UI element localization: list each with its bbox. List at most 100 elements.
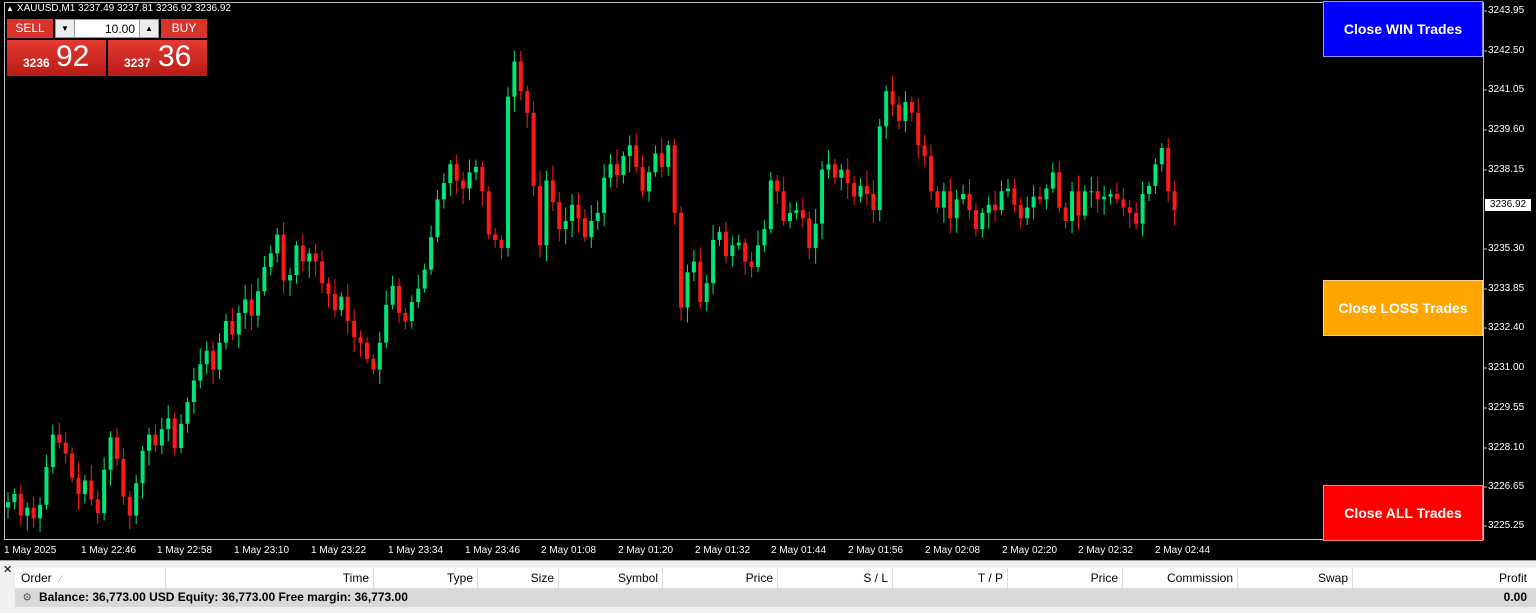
candle-body <box>185 402 190 424</box>
candle-body <box>371 358 376 370</box>
column-header-profit[interactable]: Profit <box>1353 568 1531 588</box>
candle-body <box>108 437 113 470</box>
column-header-label: Order <box>21 571 52 585</box>
buy-price-button[interactable]: 3237 36 <box>108 40 207 76</box>
symbol-info-line: ▲ XAUUSD,M1 3237.49 3237.81 3236.92 3236.… <box>6 3 231 14</box>
candle-body <box>922 145 927 157</box>
candle-body <box>25 507 30 516</box>
candle-body <box>57 434 62 443</box>
candle-body <box>858 185 863 197</box>
candle-body <box>531 112 536 186</box>
candle-body <box>1057 172 1062 208</box>
candle-body <box>467 172 472 189</box>
candle-body <box>12 494 17 503</box>
candle-body <box>948 191 953 219</box>
candle-body <box>736 242 741 246</box>
close-icon[interactable]: ✕ <box>3 563 12 576</box>
candle-body <box>602 177 607 213</box>
candle-body <box>691 261 696 273</box>
candle-body <box>31 507 36 519</box>
candle-body <box>429 237 434 270</box>
candle-body <box>986 204 991 213</box>
close-all-trades-button[interactable]: Close ALL Trades <box>1323 485 1483 541</box>
time-tick-label: 1 May 23:46 <box>465 545 521 556</box>
price-tick-label: 3239.60 <box>1488 124 1525 135</box>
candle-body <box>416 288 421 303</box>
column-header-current-price[interactable]: Price <box>1008 568 1123 588</box>
candle-body <box>1012 188 1017 205</box>
close-loss-trades-button[interactable]: Close LOSS Trades <box>1323 280 1483 336</box>
lot-size-input[interactable] <box>75 20 139 37</box>
candle-body <box>877 126 882 211</box>
candle-body <box>890 91 895 105</box>
candle-body <box>6 502 10 508</box>
lot-increase-icon[interactable]: ▲ <box>139 20 158 37</box>
candle-body <box>441 183 446 200</box>
candle-body <box>403 312 408 322</box>
column-header-tp[interactable]: T / P <box>893 568 1008 588</box>
candle-body <box>807 218 812 249</box>
candle-body <box>518 61 523 92</box>
candle-body <box>345 296 350 322</box>
candle-body <box>473 166 478 173</box>
candle-body <box>589 220 594 238</box>
balance-row[interactable]: ⊙ Balance: 36,773.00 USD Equity: 36,773.… <box>15 588 1536 607</box>
candle-body <box>435 199 440 238</box>
candle-body <box>493 234 498 240</box>
chart-area[interactable]: ▲ XAUUSD,M1 3237.49 3237.81 3236.92 3236.… <box>0 0 1536 560</box>
candle-body <box>794 210 799 213</box>
candlestick-chart[interactable] <box>0 0 1536 560</box>
candle-body <box>711 239 716 284</box>
candle-body <box>698 261 703 303</box>
candle-body <box>243 299 248 313</box>
price-tick-label: 3241.05 <box>1488 84 1525 95</box>
lot-decrease-icon[interactable]: ▼ <box>56 20 75 37</box>
candle-body <box>172 418 177 449</box>
candle-body <box>480 166 485 192</box>
candle-body <box>390 285 395 305</box>
column-header-swap[interactable]: Swap <box>1238 568 1353 588</box>
candle-body <box>768 180 773 230</box>
sell-price-button[interactable]: 3236 92 <box>7 40 106 76</box>
candle-body <box>179 423 184 449</box>
column-header-sl[interactable]: S / L <box>778 568 893 588</box>
candle-body <box>743 242 748 262</box>
column-header-size[interactable]: Size <box>478 568 559 588</box>
lot-size-box: ▼ ▲ <box>55 19 159 38</box>
sell-price-pips: 92 <box>56 40 90 73</box>
candle-body <box>384 304 389 343</box>
balance-summary: Balance: 36,773.00 USD Equity: 36,773.00… <box>39 590 408 604</box>
sell-button[interactable]: SELL <box>7 19 53 38</box>
column-header-price[interactable]: Price <box>663 568 778 588</box>
candle-body <box>1095 191 1100 200</box>
candle-body <box>223 321 228 343</box>
candle-body <box>1134 212 1139 224</box>
candle-body <box>595 212 600 221</box>
candle-body <box>864 185 869 194</box>
column-header-symbol[interactable]: Symbol <box>559 568 663 588</box>
candle-body <box>486 191 491 235</box>
candle-body <box>307 253 312 262</box>
candle-body <box>723 231 728 257</box>
candle-body <box>1044 188 1049 200</box>
candle-body <box>884 91 889 127</box>
candle-body <box>973 210 978 230</box>
collapse-triangle-icon[interactable]: ▲ <box>6 4 14 13</box>
candle-body <box>332 293 337 311</box>
candle-body <box>929 156 934 192</box>
column-header-order[interactable]: Order ⁄ <box>15 568 166 588</box>
price-tick-label: 3231.00 <box>1488 362 1525 373</box>
column-header-type[interactable]: Type <box>374 568 478 588</box>
candle-body <box>1005 188 1010 192</box>
column-header-commission[interactable]: Commission <box>1123 568 1238 588</box>
close-win-trades-button[interactable]: Close WIN Trades <box>1323 1 1483 57</box>
candle-body <box>377 342 382 370</box>
candle-body <box>999 191 1004 211</box>
candle-body <box>762 229 767 246</box>
buy-button[interactable]: BUY <box>161 19 207 38</box>
column-header-time[interactable]: Time <box>166 568 374 588</box>
candle-body <box>364 342 369 359</box>
candle-body <box>255 291 260 316</box>
candle-body <box>666 145 671 167</box>
candle-body <box>634 145 639 167</box>
